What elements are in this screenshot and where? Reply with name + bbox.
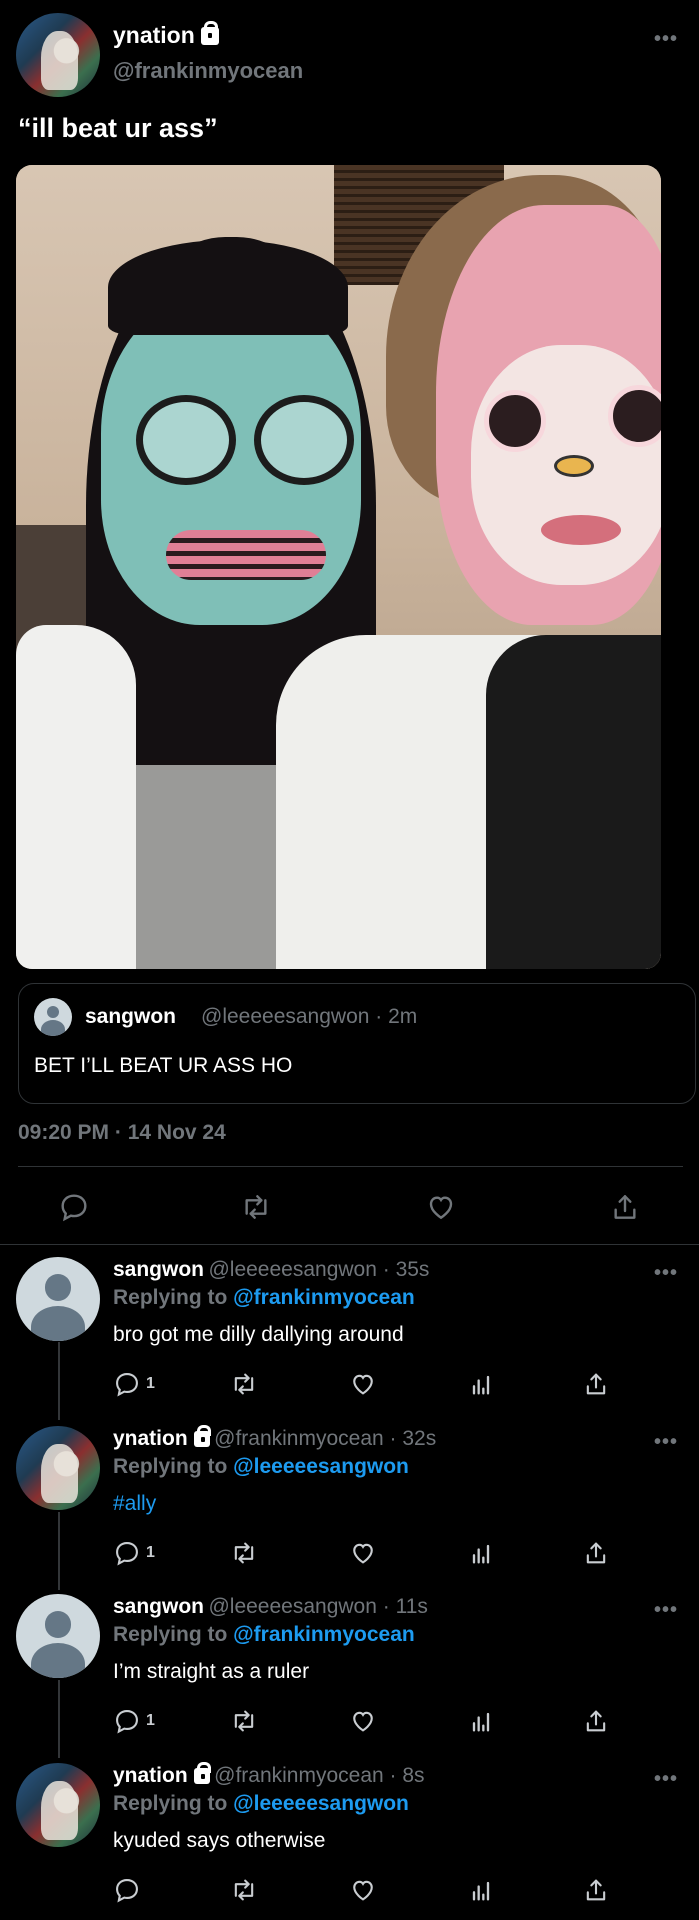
thread-line (58, 1512, 60, 1590)
reply-header: sangwon @leeeeesangwon · 35s (113, 1258, 429, 1282)
lock-icon (193, 1762, 211, 1784)
reply-meta: @frankinmyocean · 8s (214, 1764, 425, 1787)
thread-line (58, 1342, 60, 1420)
like-icon[interactable] (349, 1876, 377, 1904)
reply-icon[interactable] (113, 1539, 141, 1567)
replying-prefix: Replying to (113, 1792, 234, 1815)
reply-header: ynation @frankinmyocean · 32s (113, 1425, 437, 1451)
reply-header: sangwon @leeeeesangwon · 11s (113, 1595, 428, 1619)
hashtag-link[interactable]: #ally (113, 1492, 156, 1516)
reply-display-name[interactable]: sangwon (113, 1595, 204, 1618)
reply-icon[interactable] (113, 1876, 141, 1904)
reply-avatar[interactable] (16, 1763, 100, 1847)
quoted-display-name: sangwon (85, 1005, 177, 1028)
author-handle[interactable]: @frankinmyocean (113, 58, 303, 84)
retweet-icon[interactable] (240, 1191, 272, 1223)
share-icon[interactable] (582, 1876, 610, 1904)
retweet-icon[interactable] (230, 1876, 258, 1904)
replying-to: Replying to @frankinmyocean (113, 1286, 415, 1310)
reply-text: I’m straight as a ruler (113, 1660, 310, 1683)
like-icon[interactable] (349, 1707, 377, 1735)
views-icon[interactable] (467, 1539, 495, 1567)
reply-text: kyuded says otherwise (113, 1829, 326, 1852)
views-icon[interactable] (467, 1876, 495, 1904)
views-icon[interactable] (467, 1370, 495, 1398)
reply-icon[interactable] (58, 1191, 90, 1223)
replying-to: Replying to @frankinmyocean (113, 1623, 415, 1647)
lock-icon (200, 21, 219, 45)
author-name-row[interactable]: ynation (113, 21, 219, 49)
retweet-icon[interactable] (230, 1707, 258, 1735)
quoted-meta: @leeeeesangwon · 2m (201, 1005, 418, 1028)
quoted-avatar (34, 998, 72, 1036)
like-icon[interactable] (349, 1370, 377, 1398)
reply-display-name[interactable]: ynation (113, 1427, 188, 1450)
quoted-text: BET I’LL BEAT UR ASS HO (34, 1054, 293, 1077)
more-options-icon[interactable]: ••• (654, 1768, 678, 1791)
tweet-photo[interactable] (16, 165, 661, 969)
mention-link[interactable]: @frankinmyocean (233, 1623, 415, 1646)
more-options-icon[interactable]: ••• (654, 1262, 678, 1285)
reply-avatar[interactable] (16, 1426, 100, 1510)
reply-text: bro got me dilly dallying around (113, 1323, 404, 1346)
quoted-tweet[interactable] (18, 983, 696, 1104)
reply-count: 1 (146, 1375, 155, 1392)
tweet-text: “ill beat ur ass” (18, 113, 218, 143)
replying-prefix: Replying to (113, 1623, 234, 1646)
share-icon[interactable] (582, 1707, 610, 1735)
reply-count: 1 (146, 1544, 155, 1561)
tweet-timestamp[interactable]: 09:20 PM · 14 Nov 24 (18, 1121, 226, 1145)
divider (18, 1166, 683, 1167)
more-options-icon[interactable]: ••• (654, 1431, 678, 1454)
more-options-icon[interactable]: ••• (654, 28, 678, 51)
thread-line (58, 1680, 60, 1758)
reply-meta: @leeeeesangwon · 11s (208, 1595, 428, 1618)
lock-icon (193, 1425, 211, 1447)
retweet-icon[interactable] (230, 1539, 258, 1567)
mention-link[interactable]: @leeeeesangwon (233, 1792, 409, 1815)
author-display-name: ynation (113, 22, 195, 48)
reply-avatar[interactable] (16, 1594, 100, 1678)
like-icon[interactable] (349, 1539, 377, 1567)
retweet-icon[interactable] (230, 1370, 258, 1398)
replying-prefix: Replying to (113, 1455, 234, 1478)
reply-display-name[interactable]: sangwon (113, 1258, 204, 1281)
reply-header: ynation @frankinmyocean · 8s (113, 1762, 425, 1788)
replying-to: Replying to @leeeeesangwon (113, 1455, 409, 1479)
avatar[interactable] (16, 13, 100, 97)
more-options-icon[interactable]: ••• (654, 1599, 678, 1622)
reply-avatar[interactable] (16, 1257, 100, 1341)
replying-to: Replying to @leeeeesangwon (113, 1792, 409, 1816)
replying-prefix: Replying to (113, 1286, 234, 1309)
mention-link[interactable]: @frankinmyocean (233, 1286, 415, 1309)
reply-display-name[interactable]: ynation (113, 1764, 188, 1787)
views-icon[interactable] (467, 1707, 495, 1735)
reply-meta: @frankinmyocean · 32s (214, 1427, 437, 1450)
share-icon[interactable] (582, 1539, 610, 1567)
reply-count: 1 (146, 1712, 155, 1729)
share-icon[interactable] (582, 1370, 610, 1398)
like-icon[interactable] (425, 1191, 457, 1223)
reply-icon[interactable] (113, 1370, 141, 1398)
mention-link[interactable]: @leeeeesangwon (233, 1455, 409, 1478)
reply-icon[interactable] (113, 1707, 141, 1735)
share-icon[interactable] (609, 1191, 641, 1223)
reply-meta: @leeeeesangwon · 35s (208, 1258, 430, 1281)
divider (0, 1244, 699, 1245)
